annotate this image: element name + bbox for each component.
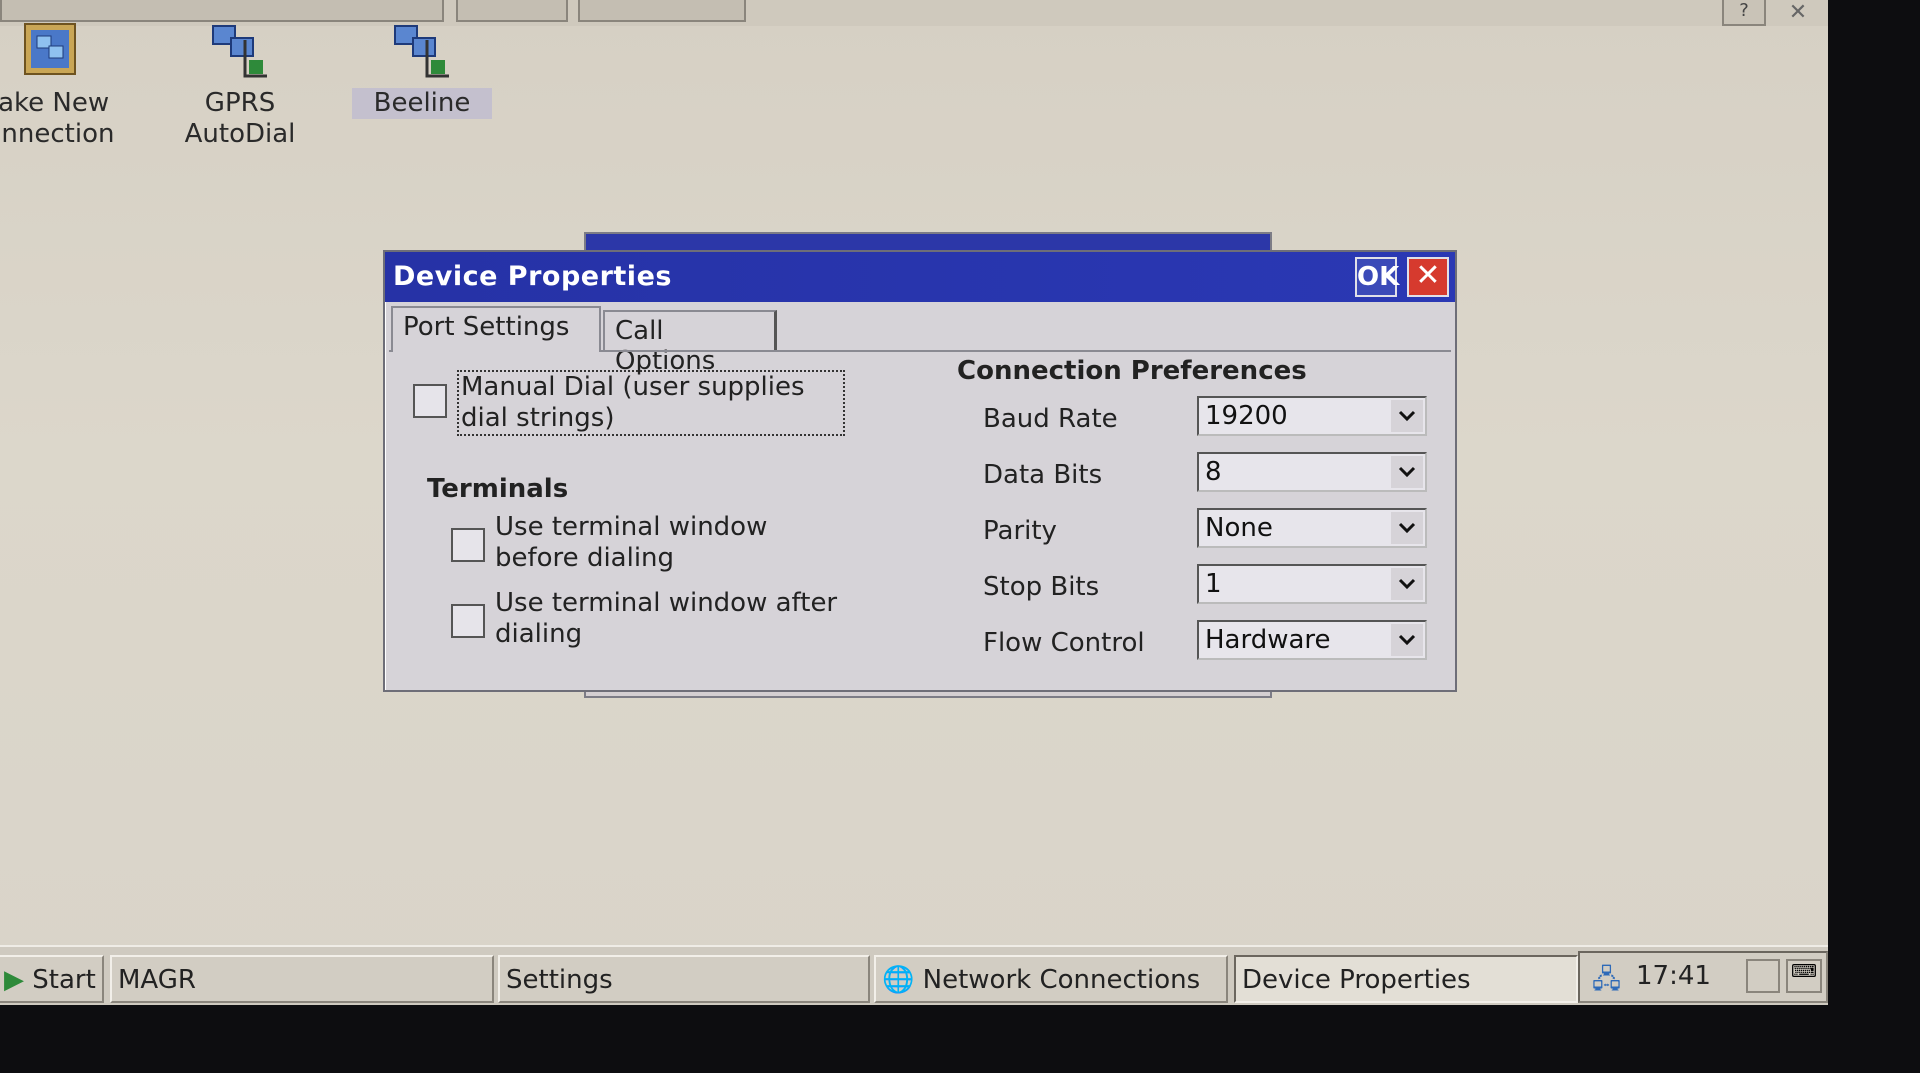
stop-bits-value: 1	[1205, 569, 1222, 599]
chevron-down-icon[interactable]	[1391, 624, 1423, 656]
terminal-after-label[interactable]: Use terminal window after dialing	[495, 588, 845, 650]
icon-label: GPRS	[204, 88, 276, 118]
desktop-toggle-icon[interactable]	[1746, 959, 1780, 993]
taskbar-item-settings[interactable]: Settings	[498, 955, 870, 1003]
windows-flag-icon: ▶	[4, 965, 24, 995]
baud-rate-select[interactable]: 19200	[1197, 396, 1427, 436]
parity-select[interactable]: None	[1197, 508, 1427, 548]
connection-preferences-heading: Connection Preferences	[957, 356, 1307, 386]
desktop-icon-gprs-autodial[interactable]: GPRS AutoDial	[170, 20, 310, 150]
desktop-icon-make-new-connection[interactable]: lake Newonnection	[0, 20, 120, 150]
flow-control-select[interactable]: Hardware	[1197, 620, 1427, 660]
stop-bits-select[interactable]: 1	[1197, 564, 1427, 604]
terminals-heading: Terminals	[427, 474, 569, 504]
icon-label: onnection	[0, 119, 115, 149]
terminal-before-checkbox[interactable]	[451, 528, 485, 562]
close-button[interactable]: ✕	[1407, 257, 1449, 297]
globe-icon: 🌐	[882, 965, 915, 995]
stop-bits-label: Stop Bits	[983, 572, 1100, 602]
network-status-icon[interactable]: 🖧	[1592, 961, 1621, 1005]
manual-dial-checkbox[interactable]	[413, 384, 447, 418]
tab-port-settings[interactable]: Port Settings	[391, 306, 601, 352]
chevron-down-icon[interactable]	[1391, 400, 1423, 432]
taskbar-item-label: Network Connections	[922, 965, 1201, 995]
parity-label: Parity	[983, 516, 1057, 546]
clock[interactable]: 17:41	[1636, 961, 1711, 991]
port-settings-panel: Manual Dial (user supplies dial strings)…	[389, 350, 1451, 686]
icon-label: AutoDial	[184, 119, 296, 149]
start-label: Start	[32, 965, 96, 995]
tab-call-options[interactable]: Call Options	[603, 310, 777, 376]
flow-control-label: Flow Control	[983, 628, 1145, 658]
help-icon[interactable]: ?	[1722, 0, 1766, 26]
make-connection-icon	[15, 20, 85, 80]
dialog-title: Device Properties	[393, 261, 672, 292]
chevron-down-icon[interactable]	[1391, 512, 1423, 544]
terminal-after-checkbox[interactable]	[451, 604, 485, 638]
terminal-before-label[interactable]: Use terminal window before dialing	[495, 512, 795, 574]
start-button[interactable]: ▶ Start	[0, 955, 104, 1003]
taskbar-item-network-connections[interactable]: 🌐 Network Connections	[874, 955, 1228, 1003]
toolbar-view-buttons[interactable]	[578, 0, 746, 22]
data-bits-select[interactable]: 8	[1197, 452, 1427, 492]
manual-dial-label[interactable]: Manual Dial (user supplies dial strings)	[457, 370, 845, 436]
icon-label: Beeline	[373, 88, 471, 118]
desktop-icon-beeline[interactable]: Beeline	[352, 20, 492, 119]
chevron-down-icon[interactable]	[1391, 456, 1423, 488]
toolbar-buttons[interactable]	[456, 0, 568, 22]
taskbar: ▶ Start MAGR Settings 🌐 Network Connecti…	[0, 945, 1828, 1005]
keyboard-icon[interactable]: ⌨	[1786, 959, 1822, 993]
icon-label: lake New	[0, 88, 110, 118]
network-connection-icon	[387, 20, 457, 80]
system-tray: 🖧 17:41 ⌨	[1578, 951, 1828, 1003]
toolbar-segment	[0, 0, 444, 22]
ok-button[interactable]: OK	[1355, 257, 1399, 297]
flow-control-value: Hardware	[1205, 625, 1331, 655]
dialog-titlebar: Device Properties OK ✕	[385, 252, 1455, 302]
data-bits-label: Data Bits	[983, 460, 1103, 490]
parity-value: None	[1205, 513, 1273, 543]
baud-rate-label: Baud Rate	[983, 404, 1118, 434]
desktop: ? ✕ lake Newonnection GPRSAutoDial	[0, 0, 1828, 1005]
baud-rate-value: 19200	[1205, 401, 1288, 431]
close-icon[interactable]: ✕	[1780, 0, 1816, 25]
device-properties-dialog: Device Properties OK ✕ Port Settings Cal…	[383, 250, 1457, 692]
chevron-down-icon[interactable]	[1391, 568, 1423, 600]
taskbar-item-magr[interactable]: MAGR	[110, 955, 494, 1003]
taskbar-item-device-properties[interactable]: Device Properties	[1234, 955, 1578, 1003]
data-bits-value: 8	[1205, 457, 1222, 487]
network-connection-icon	[205, 20, 275, 80]
